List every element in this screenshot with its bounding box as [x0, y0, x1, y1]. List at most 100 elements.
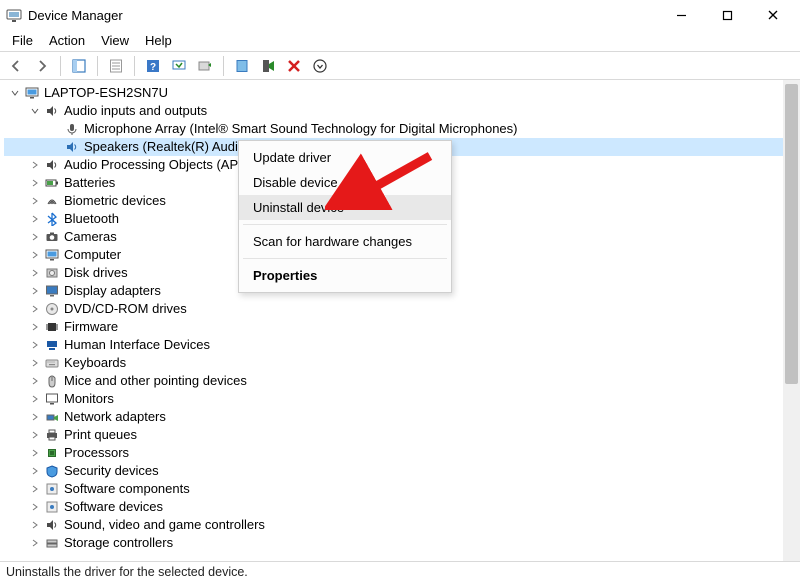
tree-node-label: Keyboards	[64, 354, 126, 372]
chevron-right-icon[interactable]	[28, 518, 42, 532]
tree-node-label: Human Interface Devices	[64, 336, 210, 354]
computer-icon	[24, 85, 40, 101]
enable-button[interactable]	[230, 54, 254, 78]
firmware-icon	[44, 319, 60, 335]
tree-category-node[interactable]: Monitors	[4, 390, 800, 408]
back-button[interactable]	[4, 54, 28, 78]
minimize-button[interactable]	[658, 0, 704, 30]
software-icon	[44, 499, 60, 515]
chevron-right-icon[interactable]	[28, 428, 42, 442]
chevron-right-icon[interactable]	[28, 248, 42, 262]
chevron-right-icon[interactable]	[28, 158, 42, 172]
menu-help[interactable]: Help	[137, 31, 180, 50]
tree-category-node[interactable]: Human Interface Devices	[4, 336, 800, 354]
speaker-icon	[44, 517, 60, 533]
tree-category-node[interactable]: Audio inputs and outputs	[4, 102, 800, 120]
menu-file[interactable]: File	[4, 31, 41, 50]
tree-node-label: Software devices	[64, 498, 163, 516]
context-menu-properties[interactable]: Properties	[239, 263, 451, 288]
tree-node-label: Processors	[64, 444, 129, 462]
chevron-down-icon[interactable]	[8, 86, 22, 100]
menu-view[interactable]: View	[93, 31, 137, 50]
chevron-right-icon[interactable]	[28, 266, 42, 280]
tree-category-node[interactable]: Keyboards	[4, 354, 800, 372]
security-icon	[44, 463, 60, 479]
tree-category-node[interactable]: Print queues	[4, 426, 800, 444]
context-menu-update-driver[interactable]: Update driver	[239, 145, 451, 170]
keyboard-icon	[44, 355, 60, 371]
context-menu-disable-device[interactable]: Disable device	[239, 170, 451, 195]
toolbar-separator	[223, 56, 224, 76]
tree-category-node[interactable]: Software components	[4, 480, 800, 498]
chevron-right-icon[interactable]	[28, 500, 42, 514]
context-menu-scan[interactable]: Scan for hardware changes	[239, 229, 451, 254]
chevron-right-icon[interactable]	[28, 446, 42, 460]
chevron-right-icon[interactable]	[28, 302, 42, 316]
down-arrow-button[interactable]	[308, 54, 332, 78]
tree-device-node[interactable]: Microphone Array (Intel® Smart Sound Tec…	[4, 120, 800, 138]
tree-node-label: Network adapters	[64, 408, 166, 426]
tree-root-node[interactable]: LAPTOP-ESH2SN7U	[4, 84, 800, 102]
scrollbar-thumb[interactable]	[785, 84, 798, 384]
chevron-right-icon[interactable]	[28, 536, 42, 550]
bluetooth-icon	[44, 211, 60, 227]
chevron-right-icon[interactable]	[28, 392, 42, 406]
chevron-right-icon[interactable]	[28, 338, 42, 352]
hid-icon	[44, 337, 60, 353]
chevron-right-icon[interactable]	[28, 482, 42, 496]
show-hide-button[interactable]	[67, 54, 91, 78]
context-menu-uninstall-device[interactable]: Uninstall device	[239, 195, 451, 220]
vertical-scrollbar[interactable]	[783, 80, 800, 561]
scan-button[interactable]	[167, 54, 191, 78]
chevron-placeholder	[48, 122, 62, 136]
toolbar: ?	[0, 52, 800, 80]
tree-category-node[interactable]: Sound, video and game controllers	[4, 516, 800, 534]
tree-node-label: Storage controllers	[64, 534, 173, 552]
maximize-button[interactable]	[704, 0, 750, 30]
chevron-right-icon[interactable]	[28, 230, 42, 244]
display-icon	[44, 283, 60, 299]
tree-category-node[interactable]: Storage controllers	[4, 534, 800, 552]
menu-action[interactable]: Action	[41, 31, 93, 50]
tree-node-label: Display adapters	[64, 282, 161, 300]
properties-button[interactable]	[104, 54, 128, 78]
chevron-right-icon[interactable]	[28, 176, 42, 190]
chevron-right-icon[interactable]	[28, 194, 42, 208]
help-button[interactable]: ?	[141, 54, 165, 78]
tree-category-node[interactable]: Processors	[4, 444, 800, 462]
tree-category-node[interactable]: DVD/CD-ROM drives	[4, 300, 800, 318]
chevron-right-icon[interactable]	[28, 284, 42, 298]
tree-category-node[interactable]: Network adapters	[4, 408, 800, 426]
window-title: Device Manager	[28, 8, 123, 23]
speaker-icon	[64, 139, 80, 155]
status-text: Uninstalls the driver for the selected d…	[6, 565, 248, 579]
monitor-icon	[44, 391, 60, 407]
network-icon	[44, 409, 60, 425]
chevron-right-icon[interactable]	[28, 356, 42, 370]
chevron-down-icon[interactable]	[28, 104, 42, 118]
tree-category-node[interactable]: Mice and other pointing devices	[4, 372, 800, 390]
chevron-right-icon[interactable]	[28, 320, 42, 334]
tree-category-node[interactable]: Security devices	[4, 462, 800, 480]
storage-icon	[44, 535, 60, 551]
forward-button[interactable]	[30, 54, 54, 78]
context-menu: Update driver Disable device Uninstall d…	[238, 140, 452, 293]
tree-node-label: Monitors	[64, 390, 114, 408]
chevron-right-icon[interactable]	[28, 374, 42, 388]
tree-category-node[interactable]: Software devices	[4, 498, 800, 516]
tree-node-label: Print queues	[64, 426, 137, 444]
chevron-right-icon[interactable]	[28, 464, 42, 478]
speaker-icon	[44, 103, 60, 119]
chevron-right-icon[interactable]	[28, 410, 42, 424]
svg-text:?: ?	[150, 62, 156, 73]
tree-category-node[interactable]: Firmware	[4, 318, 800, 336]
tree-node-label: Audio inputs and outputs	[64, 102, 207, 120]
tree-node-label: Speakers (Realtek(R) Audi	[84, 138, 238, 156]
update-driver-button[interactable]	[193, 54, 217, 78]
microphone-icon	[64, 121, 80, 137]
chevron-right-icon[interactable]	[28, 212, 42, 226]
close-button[interactable]	[750, 0, 796, 30]
tree-node-label: Biometric devices	[64, 192, 166, 210]
disable-button[interactable]	[256, 54, 280, 78]
uninstall-button[interactable]	[282, 54, 306, 78]
